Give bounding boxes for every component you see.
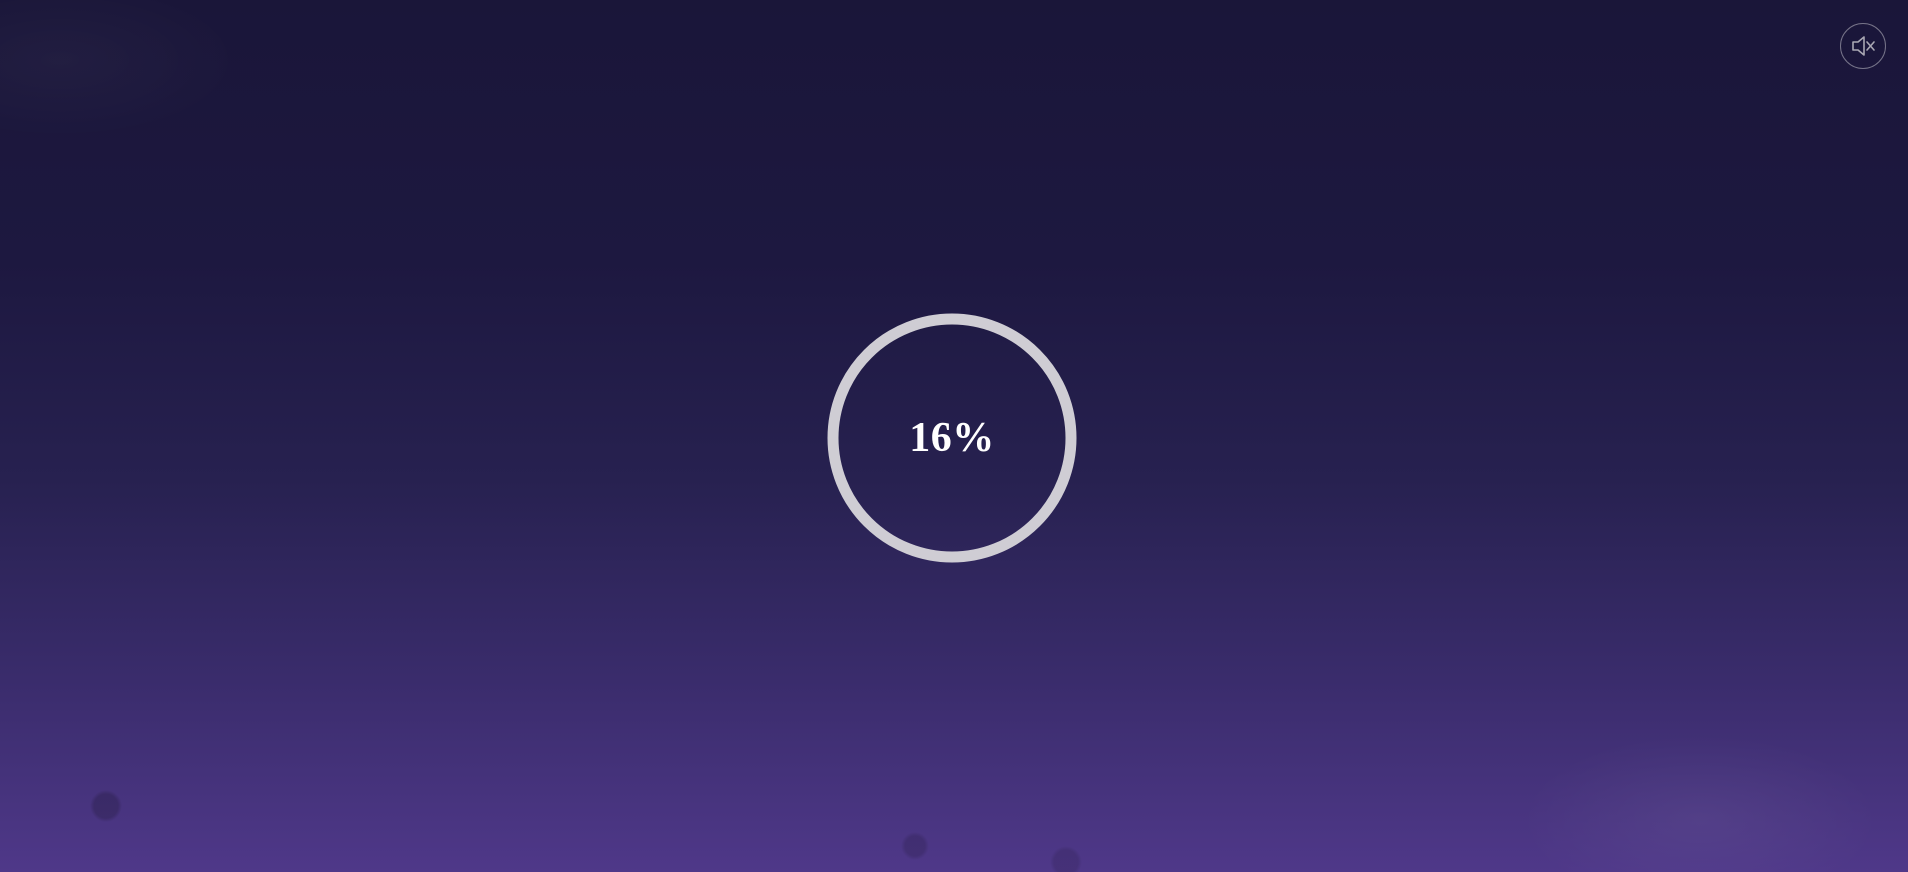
speaker-muted-icon (1848, 31, 1878, 61)
mute-button[interactable] (1840, 23, 1886, 69)
loading-indicator: 16% (827, 313, 1077, 563)
progress-percentage: 16% (909, 415, 995, 461)
